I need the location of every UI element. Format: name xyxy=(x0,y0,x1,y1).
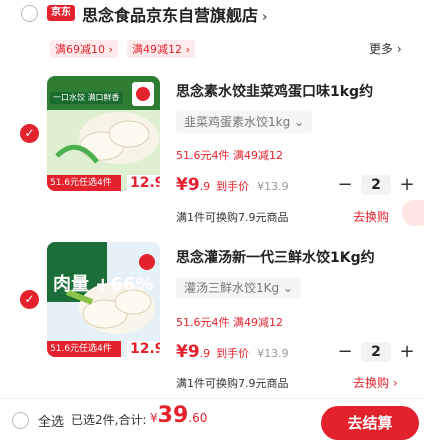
item-1-checkbox[interactable]: ✓ xyxy=(20,124,39,143)
floating-side-icon[interactable] xyxy=(402,200,424,226)
item-2-price: ¥9.9 到手价 ¥13.9 xyxy=(176,342,289,362)
dumpling-image-icon xyxy=(47,242,160,357)
jd-logo: 京东 xyxy=(47,5,75,21)
select-all-label[interactable]: 全选 xyxy=(38,411,64,430)
shop-name[interactable]: 思念食品京东自营旗舰店 › xyxy=(82,2,267,26)
item-1-swap-text: 满1件可换购7.9元商品 xyxy=(176,211,289,224)
item-1-thumb-tag: 一口水饺 满口鲜香 xyxy=(50,92,123,104)
item-2-quantity-stepper: − 2 + xyxy=(335,340,417,364)
item-1-swap-link[interactable]: 去换购 xyxy=(353,208,389,225)
item-2-swap-link[interactable]: 去换购 › xyxy=(353,374,398,391)
item-1-title[interactable]: 思念素水饺韭菜鸡蛋口味1kg约 xyxy=(176,81,373,101)
item-2-spec-selector[interactable]: 灌汤三鲜水饺1Kg ⌄ xyxy=(176,277,301,299)
shop-select-radio[interactable] xyxy=(21,5,38,22)
item-2-thumb-tag: 肉量 +66% xyxy=(53,274,154,295)
item-1-thumb-badge: 51.6元任选4件 xyxy=(47,175,121,191)
checkout-button[interactable]: 去结算 xyxy=(321,406,419,440)
select-all-radio[interactable] xyxy=(12,412,29,429)
cart-page: 京东 思念食品京东自营旗舰店 › 满69减10 › 满49减12 › 更多 › ✓… xyxy=(0,0,424,440)
item-1-plus-button[interactable]: + xyxy=(397,175,417,195)
coupon-1[interactable]: 满69减10 › xyxy=(50,40,118,58)
item-1-price: ¥9.9 到手价 ¥13.9 xyxy=(176,175,289,195)
item-2-qty-input[interactable]: 2 xyxy=(361,342,391,362)
item-1-thumbnail[interactable]: 一口水饺 满口鲜香 51.6元任选4件 12.9 xyxy=(47,76,160,191)
item-1-thumb-price: 12.9 xyxy=(127,175,160,191)
item-1-quantity-stepper: − 2 + xyxy=(335,173,417,197)
item-2-checkbox[interactable]: ✓ xyxy=(20,290,39,309)
coupon-2[interactable]: 满49减12 › xyxy=(127,40,195,58)
item-1-promo: 51.6元4件 满49减12 xyxy=(176,149,283,162)
item-1-minus-button[interactable]: − xyxy=(335,175,355,195)
more-coupons-link[interactable]: 更多 › xyxy=(369,40,402,57)
item-2-plus-button[interactable]: + xyxy=(397,342,417,362)
checkout-bar: 全选 已选2件,合计: ¥39.60 去结算 xyxy=(0,398,424,440)
item-2-promo: 51.6元4件 满49减12 xyxy=(176,316,283,329)
item-2-thumb-badge: 51.6元任选4件 xyxy=(47,341,121,357)
selected-count: 已选2件,合计: xyxy=(71,413,147,427)
chevron-right-icon: › xyxy=(262,10,268,25)
total-price: ¥39.60 xyxy=(150,403,208,428)
item-1-qty-input[interactable]: 2 xyxy=(361,175,391,195)
item-1-spec-selector[interactable]: 韭菜鸡蛋素水饺1kg ⌄ xyxy=(176,111,313,133)
item-2-minus-button[interactable]: − xyxy=(335,342,355,362)
item-2-title[interactable]: 思念灌汤新一代三鲜水饺1Kg约 xyxy=(176,247,375,267)
item-2-thumbnail[interactable]: 肉量 +66% 51.6元任选4件 12.9 xyxy=(47,242,160,357)
shop-name-label: 思念食品京东自营旗舰店 xyxy=(82,6,259,25)
item-2-swap-text: 满1件可换购7.9元商品 xyxy=(176,377,289,390)
item-2-thumb-price: 12.9 xyxy=(127,341,160,357)
